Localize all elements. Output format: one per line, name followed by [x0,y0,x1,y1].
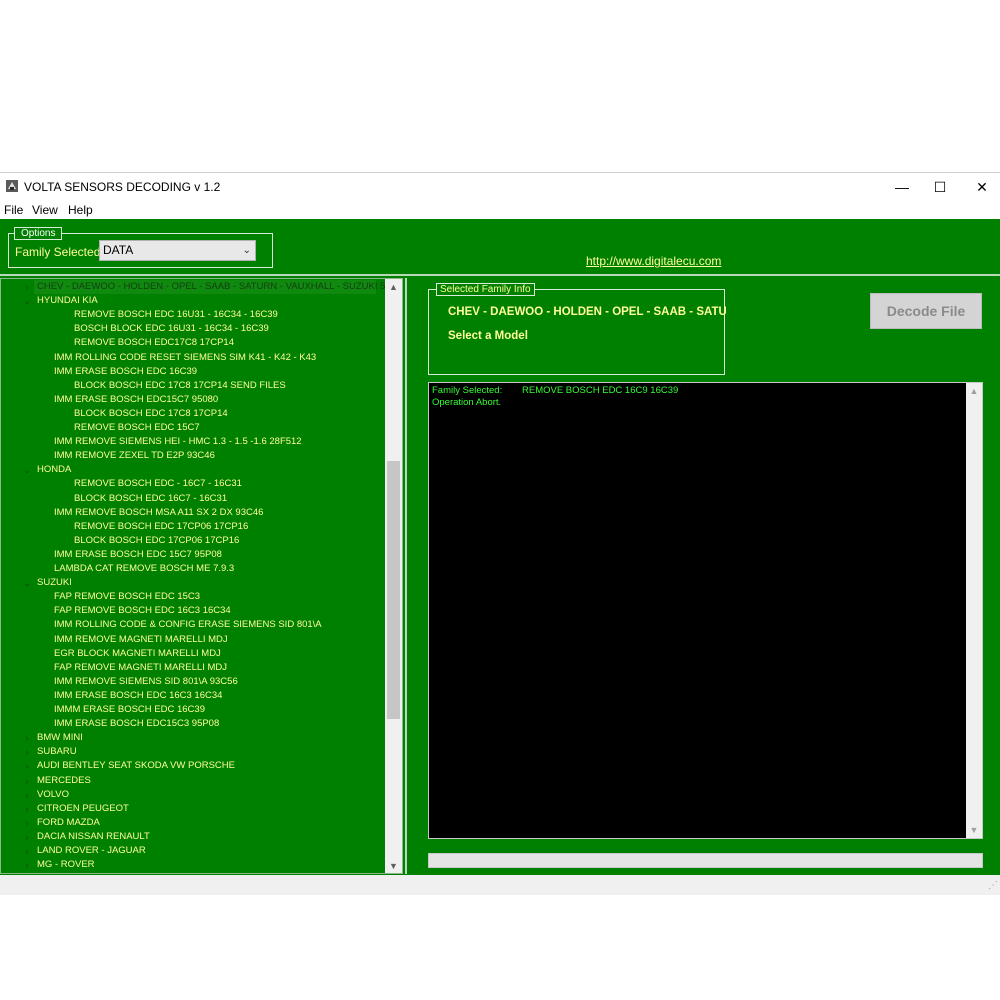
collapse-chevron-icon[interactable]: › [22,788,32,802]
title-bar: VOLTA SENSORS DECODING v 1.2 — ☐ ✕ [0,173,1000,201]
collapse-chevron-icon[interactable]: › [22,858,32,872]
collapse-chevron-icon[interactable]: › [22,745,32,759]
tree-item[interactable]: FAP REMOVE BOSCH EDC 16C3 16C34 [54,604,231,618]
console-family-key: Family Selected: [432,385,503,396]
scroll-up-icon[interactable]: ▲ [385,279,402,296]
tree-scrollbar[interactable]: ▲ ▼ [385,279,402,873]
scroll-up-icon[interactable]: ▲ [966,383,982,399]
menu-help[interactable]: Help [68,203,93,217]
tree-item[interactable]: SUZUKI [37,576,72,590]
expand-chevron-icon[interactable]: ⌄ [22,294,32,308]
tree-item[interactable]: IMM REMOVE BOSCH MSA A11 SX 2 DX 93C46 [54,506,263,520]
resize-grip-icon[interactable]: ⋰ [988,880,998,891]
collapse-chevron-icon[interactable]: › [22,802,32,816]
collapse-chevron-icon[interactable]: › [22,731,32,745]
close-button[interactable]: ✕ [962,173,1000,201]
tree-item[interactable]: REMOVE BOSCH EDC17C8 17CP14 [74,336,234,350]
tree-item[interactable]: AUDI BENTLEY SEAT SKODA VW PORSCHE [37,759,235,773]
output-console: Family Selected: REMOVE BOSCH EDC 16C9 1… [428,382,983,839]
tree-item[interactable]: BLOCK BOSCH EDC 17C8 17CP14 [74,407,228,421]
tree-item[interactable]: CITROEN PEUGEOT [37,802,129,816]
expand-chevron-icon[interactable]: ⌄ [22,576,32,590]
scroll-down-icon[interactable]: ▼ [966,822,982,838]
options-legend: Options [14,227,63,240]
tree-item[interactable]: IMM ERASE BOSCH EDC 16C39 [54,365,197,379]
tree-item[interactable]: IMM ROLLING CODE RESET SIEMENS SIM K41 -… [54,351,316,365]
tree-item[interactable]: BLOCK BOSCH EDC 17CP06 17CP16 [74,534,239,548]
tree-item[interactable]: BLOCK BOSCH EDC 17C8 17CP14 SEND FILES [74,379,286,393]
tree-item[interactable]: IMM REMOVE ZEXEL TD E2P 93C46 [54,449,215,463]
tree-item[interactable]: DACIA NISSAN RENAULT [37,830,150,844]
separator [0,274,1000,276]
family-selected-label: Family Selected [15,245,101,259]
panel-divider[interactable] [405,278,407,874]
tree-item[interactable]: IMM ROLLING CODE & CONFIG ERASE SIEMENS … [54,618,322,632]
collapse-chevron-icon[interactable]: › [22,816,32,830]
family-info-legend: Selected Family Info [436,283,535,296]
menu-file[interactable]: File [4,203,23,217]
maximize-button[interactable]: ☐ [920,173,960,201]
collapse-chevron-icon[interactable]: › [22,830,32,844]
tree-item[interactable]: HYUNDAI KIA [37,294,98,308]
tree-item[interactable]: CHEV - DAEWOO - HOLDEN - OPEL - SAAB - S… [34,280,397,294]
decode-file-button[interactable]: Decode File [870,293,982,329]
console-scrollbar[interactable]: ▲ ▼ [966,383,982,838]
tree-item[interactable]: MG - ROVER [37,858,95,872]
tree-item[interactable]: REMOVE BOSCH EDC 17CP06 17CP16 [74,520,248,534]
tree-item[interactable]: REMOVE BOSCH EDC 16U31 - 16C34 - 16C39 [74,308,278,322]
tree-item[interactable]: IMM REMOVE SIEMENS HEI - HMC 1.3 - 1.5 -… [54,435,302,449]
tree-item[interactable]: IMMM ERASE BOSCH EDC 16C39 [54,703,205,717]
tree-item[interactable]: BOSCH BLOCK EDC 16U31 - 16C34 - 16C39 [74,322,269,336]
tree-item[interactable]: BMW MINI [37,731,83,745]
app-window: VOLTA SENSORS DECODING v 1.2 — ☐ ✕ File … [0,172,1000,895]
tree-item[interactable]: IMM REMOVE SIEMENS SID 801\A 93C56 [54,675,238,689]
tree-item[interactable]: MERCEDES [37,774,91,788]
tree-item[interactable]: IMM REMOVE MAGNETI MARELLI MDJ [54,633,228,647]
tree-item[interactable]: REMOVE BOSCH EDC - 16C7 - 16C31 [74,477,242,491]
menu-view[interactable]: View [32,203,58,217]
tree-item[interactable]: FORD MAZDA [37,816,100,830]
collapse-chevron-icon[interactable]: › [22,280,32,294]
tree-item[interactable]: LAND ROVER - JAGUAR [37,844,146,858]
console-status: Operation Abort. [432,397,502,408]
expand-chevron-icon[interactable]: ⌄ [22,463,32,477]
status-bar: ⋰ [0,875,1000,895]
tree-item[interactable]: FAP REMOVE MAGNETI MARELLI MDJ [54,661,227,675]
tree-item[interactable]: IMM ERASE BOSCH EDC15C3 95P08 [54,717,219,731]
family-select[interactable]: DATA ⌄ [99,240,256,261]
window-title: VOLTA SENSORS DECODING v 1.2 [24,180,221,194]
tree-item[interactable]: BLOCK BOSCH EDC 16C7 - 16C31 [74,492,227,506]
app-icon [6,180,18,192]
collapse-chevron-icon[interactable]: › [22,759,32,773]
menu-bar: File View Help [0,201,1000,221]
selected-family-name: CHEV - DAEWOO - HOLDEN - OPEL - SAAB - S… [448,306,726,318]
scroll-down-icon[interactable]: ▼ [385,858,402,873]
tree-item[interactable]: REMOVE BOSCH EDC 15C7 [74,421,200,435]
tree-item[interactable]: VOLVO [37,788,69,802]
website-link[interactable]: http://www.digitalecu.com [586,254,721,268]
minimize-button[interactable]: — [882,173,922,201]
tree-item[interactable]: LAMBDA CAT REMOVE BOSCH ME 7.9.3 [54,562,234,576]
family-select-value: DATA [103,243,134,257]
family-tree: › CHEV - DAEWOO - HOLDEN - OPEL - SAAB - … [0,278,403,874]
console-family-value: REMOVE BOSCH EDC 16C9 16C39 [522,385,679,396]
tree-item[interactable]: HONDA [37,463,71,477]
progress-bar [428,853,983,868]
main-panel: Options Family Selected DATA ⌄ http://ww… [0,219,1000,875]
tree-item[interactable]: IMM ERASE BOSCH EDC 16C3 16C34 [54,689,222,703]
collapse-chevron-icon[interactable]: › [22,844,32,858]
chevron-down-icon: ⌄ [242,245,251,256]
collapse-chevron-icon[interactable]: › [22,774,32,788]
scrollbar-thumb[interactable] [387,461,400,719]
tree-item[interactable]: FAP REMOVE BOSCH EDC 15C3 [54,590,200,604]
tree-item[interactable]: EGR BLOCK MAGNETI MARELLI MDJ [54,647,221,661]
tree-item[interactable]: IMM ERASE BOSCH EDC15C7 95080 [54,393,218,407]
selected-model-prompt: Select a Model [448,330,528,342]
tree-item[interactable]: SUBARU [37,745,77,759]
tree-item[interactable]: IMM ERASE BOSCH EDC 15C7 95P08 [54,548,222,562]
